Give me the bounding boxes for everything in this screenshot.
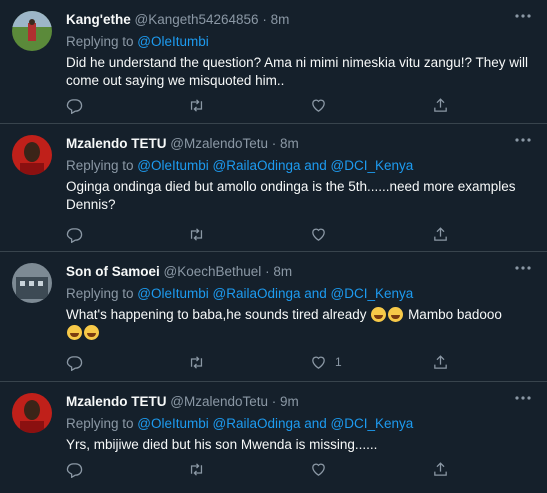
- like-icon: [312, 228, 325, 241]
- share-icon: [434, 354, 447, 369]
- reply-icon: [66, 227, 83, 243]
- avatar[interactable]: [12, 393, 52, 433]
- reply-mentions[interactable]: @OleItumbi @RailaOdinga and @DCI_Kenya: [137, 286, 413, 301]
- share-button[interactable]: [432, 352, 449, 372]
- reply-mentions[interactable]: @OleItumbi @RailaOdinga and @DCI_Kenya: [137, 158, 413, 173]
- avatar[interactable]: [12, 263, 52, 303]
- reply-icon: [66, 355, 83, 371]
- tweet-header: Kang'ethe @Kangeth54264856 · 8m: [66, 12, 290, 27]
- user-handle[interactable]: @KoechBethuel: [164, 264, 262, 279]
- tweet-header: Son of Samoei @KoechBethuel · 8m: [66, 264, 293, 279]
- display-name[interactable]: Kang'ethe: [66, 12, 131, 27]
- replying-label: Replying to: [66, 34, 138, 49]
- tweet-time[interactable]: 8m: [280, 136, 299, 151]
- share-button[interactable]: [432, 459, 449, 479]
- tweet-time[interactable]: 8m: [271, 12, 290, 27]
- replying-to: Replying to @OleItumbi: [66, 33, 533, 51]
- more-icon[interactable]: [513, 133, 533, 147]
- display-name[interactable]: Son of Samoei: [66, 264, 160, 279]
- laughing-emoji-icon: [388, 307, 404, 322]
- replying-to: Replying to @OleItumbi @RailaOdinga and …: [66, 285, 533, 303]
- retweet-icon: [190, 98, 203, 112]
- user-handle[interactable]: @MzalendoTetu: [170, 136, 268, 151]
- tweet-text: Did he understand the question? Ama ni m…: [66, 55, 528, 88]
- reply-button[interactable]: [66, 95, 83, 115]
- reply-mentions[interactable]: @OleItumbi @RailaOdinga and @DCI_Kenya: [137, 416, 413, 431]
- user-handle[interactable]: @Kangeth54264856: [134, 12, 258, 27]
- retweet-button[interactable]: [188, 459, 205, 479]
- tweet-time[interactable]: 8m: [273, 264, 292, 279]
- like-icon: [312, 356, 325, 369]
- display-name[interactable]: Mzalendo TETU: [66, 394, 167, 409]
- tweet-text-body: What's happening to baba,he sounds tired…: [66, 307, 367, 322]
- more-icon[interactable]: [513, 391, 533, 405]
- like-button[interactable]: [310, 459, 335, 479]
- display-name[interactable]: Mzalendo TETU: [66, 136, 167, 151]
- share-icon: [434, 97, 447, 112]
- replying-to: Replying to @OleItumbi @RailaOdinga and …: [66, 415, 533, 433]
- tweet-header: Mzalendo TETU @MzalendoTetu · 8m: [66, 136, 299, 151]
- tweet[interactable]: Mzalendo TETU @MzalendoTetu · 8m Replyin…: [0, 124, 547, 252]
- reply-mentions[interactable]: @OleItumbi: [137, 34, 208, 49]
- tweet-time[interactable]: 9m: [280, 394, 299, 409]
- laughing-emoji-icon: [84, 325, 99, 340]
- tweet-header: Mzalendo TETU @MzalendoTetu · 9m: [66, 394, 299, 409]
- retweet-button[interactable]: [188, 224, 205, 244]
- retweet-icon: [190, 462, 203, 476]
- share-button[interactable]: [432, 95, 449, 115]
- like-icon: [312, 463, 325, 476]
- retweet-button[interactable]: [188, 95, 205, 115]
- replying-label: Replying to: [66, 286, 138, 301]
- avatar[interactable]: [12, 11, 52, 51]
- like-button[interactable]: [310, 224, 335, 244]
- laughing-emoji-icon: [371, 307, 387, 322]
- tweet-text: Oginga ondinga died but amollo ondinga i…: [66, 179, 516, 212]
- share-icon: [434, 461, 447, 476]
- user-handle[interactable]: @MzalendoTetu: [170, 394, 268, 409]
- tweet-text: Yrs, mbijiwe died but his son Mwenda is …: [66, 437, 378, 452]
- replying-to: Replying to @OleItumbi @RailaOdinga and …: [66, 157, 533, 175]
- replying-label: Replying to: [66, 416, 138, 431]
- more-icon[interactable]: [513, 261, 533, 275]
- reply-icon: [66, 98, 83, 114]
- share-button[interactable]: [432, 224, 449, 244]
- like-icon: [312, 99, 325, 112]
- share-icon: [434, 226, 447, 241]
- reply-button[interactable]: [66, 224, 83, 244]
- laughing-emoji-icon: [67, 325, 82, 340]
- tweet-text: What's happening to baba,he sounds tired…: [66, 306, 533, 342]
- tweet[interactable]: Mzalendo TETU @MzalendoTetu · 9m Replyin…: [0, 382, 547, 493]
- like-count: 1: [335, 355, 342, 369]
- reply-button[interactable]: [66, 352, 83, 372]
- like-button[interactable]: 1: [310, 352, 342, 372]
- avatar[interactable]: [12, 135, 52, 175]
- like-button[interactable]: [310, 95, 335, 115]
- tweet[interactable]: Kang'ethe @Kangeth54264856 · 8m Replying…: [0, 0, 547, 124]
- retweet-button[interactable]: [188, 352, 205, 372]
- replying-label: Replying to: [66, 158, 138, 173]
- retweet-icon: [190, 355, 203, 369]
- more-icon[interactable]: [513, 9, 533, 23]
- tweet-text-tail: Mambo badooo: [404, 307, 502, 322]
- reply-button[interactable]: [66, 459, 83, 479]
- tweet[interactable]: Son of Samoei @KoechBethuel · 8m Replyin…: [0, 252, 547, 382]
- retweet-icon: [190, 227, 203, 241]
- reply-icon: [66, 462, 83, 478]
